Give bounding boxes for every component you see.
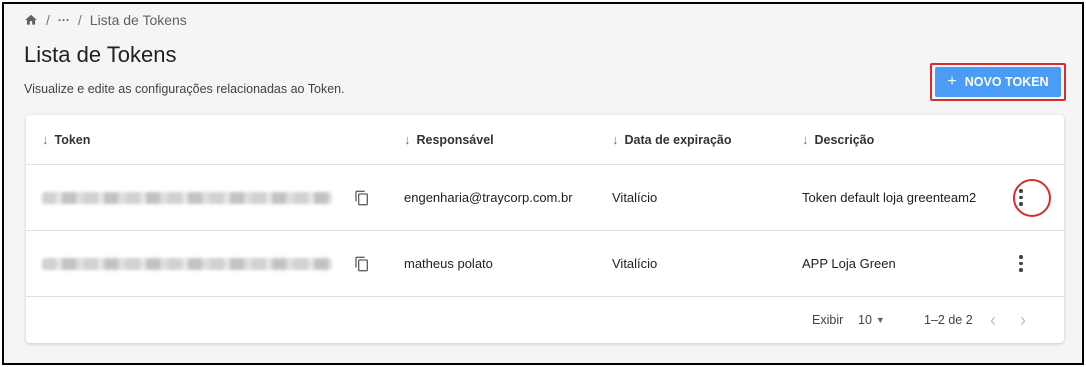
chevron-left-icon[interactable]: ‹ [990, 310, 996, 331]
rows-per-page-select[interactable]: 10 ▼ [858, 313, 885, 327]
cell-data-expiracao: Vitalício [612, 190, 658, 205]
sort-arrow-icon: ↓ [612, 132, 619, 147]
rows-per-page-value: 10 [858, 313, 872, 327]
column-header-descricao[interactable]: ↓ Descrição [802, 115, 874, 164]
plus-icon: + [947, 73, 957, 90]
new-token-button[interactable]: + NOVO TOKEN [935, 67, 1061, 97]
cell-responsavel: engenharia@traycorp.com.br [404, 190, 573, 205]
page-subtitle: Visualize e edite as configurações relac… [24, 82, 345, 96]
new-token-label: NOVO TOKEN [964, 75, 1049, 89]
table-row: engenharia@traycorp.com.br Vitalício Tok… [26, 165, 1064, 231]
home-icon[interactable] [24, 13, 38, 27]
table-row: matheus polato Vitalício APP Loja Green [26, 231, 1064, 297]
cell-descricao: APP Loja Green [802, 256, 896, 271]
breadcrumb: / ··· / Lista de Tokens [24, 12, 187, 28]
column-header-label: Descrição [814, 132, 875, 147]
copy-icon[interactable] [354, 165, 370, 230]
tokens-table: ↓ Token ↓ Responsável ↓ Data de expiraçã… [26, 115, 1064, 343]
pagination: Exibir 10 ▼ 1–2 de 2 ‹ › [26, 297, 1064, 343]
copy-icon[interactable] [354, 231, 370, 296]
column-header-token[interactable]: ↓ Token [42, 115, 90, 164]
row-menu-button[interactable] [1006, 231, 1036, 296]
breadcrumb-separator: / [46, 12, 50, 28]
pagination-range: 1–2 de 2 [924, 313, 973, 327]
sort-arrow-icon: ↓ [802, 132, 809, 147]
token-value-blurred [42, 231, 332, 296]
token-value-blurred [42, 165, 332, 230]
column-header-label: Token [54, 132, 91, 147]
column-header-label: Responsável [416, 132, 494, 147]
table-header: ↓ Token ↓ Responsável ↓ Data de expiraçã… [26, 115, 1064, 165]
app-window: / ··· / Lista de Tokens Lista de Tokens … [2, 2, 1084, 365]
sort-arrow-icon: ↓ [42, 132, 49, 147]
column-header-responsavel[interactable]: ↓ Responsável [404, 115, 494, 164]
more-vert-icon [1019, 255, 1023, 272]
sort-arrow-icon: ↓ [404, 132, 411, 147]
column-header-data-expiracao[interactable]: ↓ Data de expiração [612, 115, 732, 164]
breadcrumb-ellipsis[interactable]: ··· [58, 13, 70, 27]
breadcrumb-separator: / [77, 12, 82, 28]
column-header-label: Data de expiração [624, 132, 732, 147]
caret-down-icon: ▼ [875, 315, 885, 325]
cell-data-expiracao: Vitalício [612, 256, 658, 271]
rows-per-page-label: Exibir [812, 313, 844, 327]
chevron-right-icon[interactable]: › [1020, 310, 1026, 331]
cell-descricao: Token default loja greenteam2 [802, 190, 977, 205]
highlight-circle [1013, 179, 1051, 217]
cell-responsavel: matheus polato [404, 256, 493, 271]
page-title: Lista de Tokens [24, 42, 177, 67]
breadcrumb-current: Lista de Tokens [89, 12, 187, 28]
